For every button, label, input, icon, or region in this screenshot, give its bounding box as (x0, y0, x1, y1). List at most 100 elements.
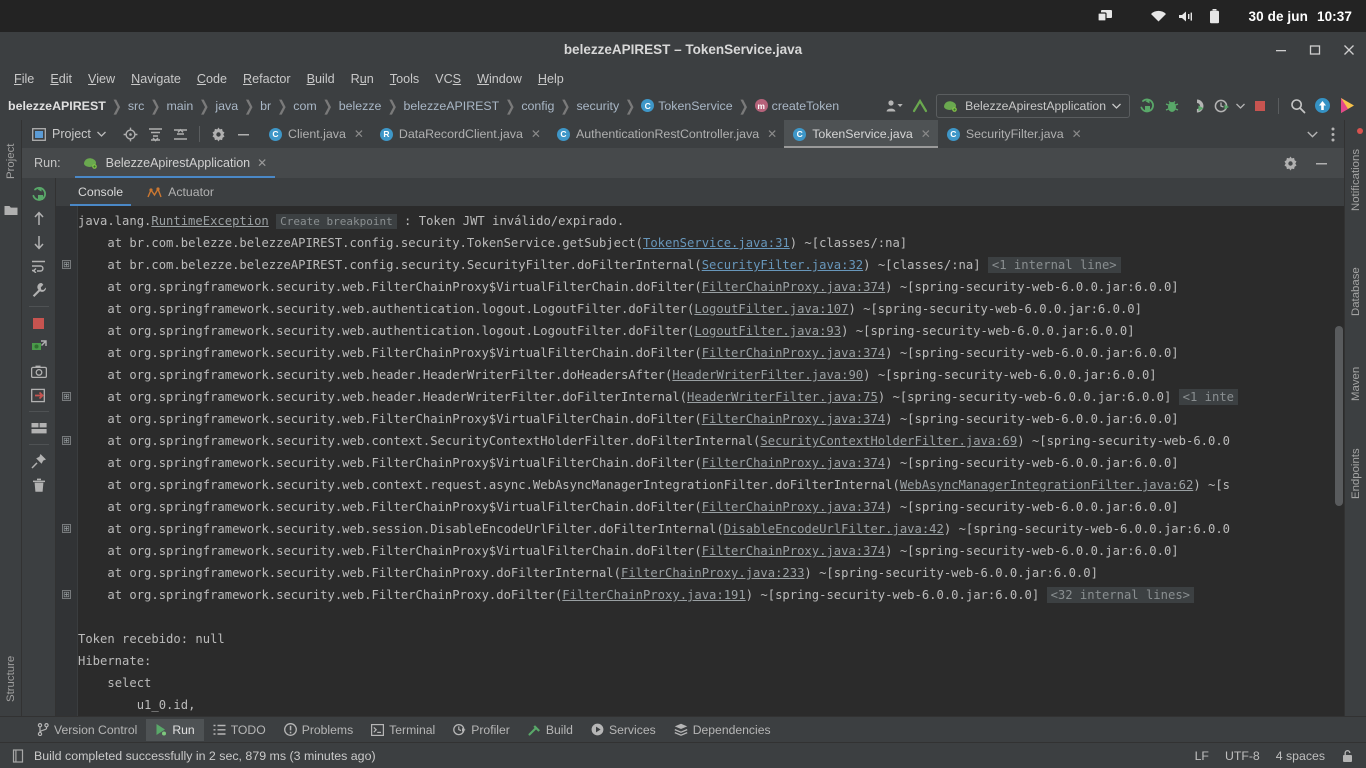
breadcrumb-item-tokenservice[interactable]: C TokenService (641, 99, 733, 113)
fold-expand-icon[interactable]: ⊞ (62, 392, 71, 401)
run-tab-belezze-apirest-application[interactable]: BelezzeApirestApplication ✕ (74, 148, 276, 178)
fold-expand-icon[interactable]: ⊞ (62, 590, 71, 599)
breadcrumb-item-security[interactable]: security (576, 99, 619, 113)
locate-icon[interactable] (118, 121, 143, 147)
fold-expand-icon[interactable]: ⊞ (62, 260, 71, 269)
bottom-tool-dependencies[interactable]: Dependencies (665, 719, 780, 741)
console-tab-console[interactable]: Console (66, 178, 135, 206)
menu-item-build[interactable]: Build (299, 70, 343, 88)
stacktrace-link[interactable]: FilterChainProxy.java:191 (562, 588, 745, 602)
stacktrace-link[interactable]: SecurityContextHolderFilter.java:69 (760, 434, 1017, 448)
settings-icon[interactable] (1278, 150, 1303, 176)
close-icon[interactable]: ✕ (1072, 127, 1082, 141)
sidebar-item-maven[interactable]: Maven (1345, 348, 1366, 420)
bottom-tool-problems[interactable]: Problems (275, 719, 362, 741)
console-output-pane[interactable]: ⊞ ⊞ ⊞ ⊞ ⊞ java.lang.RuntimeException Create … (56, 206, 1344, 726)
breadcrumb-item-src[interactable]: src (128, 99, 145, 113)
fold-expand-icon[interactable]: ⊞ (62, 436, 71, 445)
run-with-coverage-icon[interactable] (1184, 93, 1209, 119)
menu-item-view[interactable]: View (80, 70, 123, 88)
chevron-down-icon[interactable] (1302, 121, 1322, 147)
search-everywhere-icon[interactable] (1285, 93, 1310, 119)
layout-icon[interactable] (24, 416, 54, 440)
updates-arrow-icon[interactable] (907, 93, 932, 119)
wifi-icon[interactable] (1145, 0, 1173, 32)
export-icon[interactable] (24, 383, 54, 407)
fold-expand-icon[interactable]: ⊞ (62, 524, 71, 533)
menu-item-window[interactable]: Window (469, 70, 530, 88)
close-icon[interactable]: ✕ (531, 127, 541, 141)
stacktrace-link[interactable]: LogoutFilter.java:93 (694, 324, 841, 338)
minimize-button[interactable] (1274, 43, 1288, 57)
pin-icon[interactable] (24, 449, 54, 473)
bottom-tool-services[interactable]: Services (582, 719, 665, 741)
line-separator-indicator[interactable]: LF (1195, 749, 1209, 763)
expand-all-icon[interactable] (143, 121, 168, 147)
console-vertical-scrollbar[interactable] (1335, 326, 1343, 506)
breadcrumb-item-belezzeapirest[interactable]: belezzeAPIREST (404, 99, 500, 113)
display-icon[interactable] (1091, 0, 1119, 32)
stacktrace-link[interactable]: SecurityFilter.java:32 (702, 258, 863, 272)
close-icon[interactable]: ✕ (354, 127, 364, 141)
bottom-tool-version-control[interactable]: Version Control (28, 719, 146, 741)
stacktrace-link[interactable]: TokenService.java:31 (643, 236, 790, 250)
stacktrace-link[interactable]: HeaderWriterFilter.java:75 (687, 390, 878, 404)
profiler-dropdown-icon[interactable] (1234, 93, 1247, 119)
menu-item-navigate[interactable]: Navigate (123, 70, 189, 88)
close-icon[interactable]: ✕ (257, 156, 267, 170)
stacktrace-link[interactable]: FilterChainProxy.java:374 (702, 346, 885, 360)
money-flow-icon[interactable] (24, 335, 54, 359)
run-configuration-selector[interactable]: BelezzeApirestApplication (936, 93, 1130, 118)
stacktrace-link[interactable]: LogoutFilter.java:107 (694, 302, 848, 316)
menu-item-code[interactable]: Code (189, 70, 235, 88)
sidebar-item-database[interactable]: Database (1345, 244, 1366, 340)
stacktrace-link[interactable]: FilterChainProxy.java:374 (702, 280, 885, 294)
ide-logo-icon[interactable] (1335, 93, 1360, 119)
folder-icon[interactable] (4, 204, 18, 218)
breadcrumb-item-br[interactable]: br (260, 99, 271, 113)
battery-icon[interactable] (1201, 0, 1229, 32)
update-project-icon[interactable] (1310, 93, 1335, 119)
editor-tab-securityfilter-java[interactable]: C SecurityFilter.java ✕ (938, 120, 1089, 148)
close-button[interactable] (1342, 43, 1356, 57)
stacktrace-link[interactable]: FilterChainProxy.java:374 (702, 412, 885, 426)
breadcrumb-item-java[interactable]: java (215, 99, 238, 113)
read-only-lock-icon[interactable] (1341, 749, 1354, 763)
menu-item-vcs[interactable]: VCS (427, 70, 469, 88)
more-options-icon[interactable] (1324, 121, 1342, 147)
trash-icon[interactable] (24, 473, 54, 497)
profiler-icon[interactable] (1209, 93, 1234, 119)
breadcrumb-item-belezze[interactable]: belezze (339, 99, 382, 113)
stacktrace-link[interactable]: FilterChainProxy.java:374 (702, 544, 885, 558)
bottom-tool-build[interactable]: Build (519, 719, 582, 741)
stacktrace-link[interactable]: FilterChainProxy.java:374 (702, 500, 885, 514)
sidebar-item-notifications[interactable]: Notifications (1345, 124, 1366, 236)
stacktrace-link[interactable]: WebAsyncManagerIntegrationFilter.java:62 (900, 478, 1194, 492)
scroll-up-icon[interactable] (24, 206, 54, 230)
project-chevron-down-icon[interactable] (96, 131, 106, 137)
bottom-tool-profiler[interactable]: Profiler (444, 719, 519, 741)
collapse-all-icon[interactable] (168, 121, 193, 147)
hide-icon[interactable] (231, 121, 256, 147)
stacktrace-link[interactable]: FilterChainProxy.java:233 (621, 566, 804, 580)
hide-icon[interactable] (1309, 150, 1334, 176)
volume-icon[interactable] (1173, 0, 1201, 32)
stacktrace-link[interactable]: FilterChainProxy.java:374 (702, 456, 885, 470)
stop-icon[interactable] (1247, 93, 1272, 119)
breadcrumb-item-config[interactable]: config (521, 99, 554, 113)
editor-tab-client-java[interactable]: C Client.java ✕ (260, 120, 371, 148)
debug-icon[interactable] (1159, 93, 1184, 119)
stacktrace-link[interactable]: DisableEncodeUrlFilter.java:42 (724, 522, 944, 536)
editor-tab-tokenservice-java[interactable]: C TokenService.java ✕ (784, 120, 938, 148)
menu-item-edit[interactable]: Edit (42, 70, 80, 88)
menu-item-refactor[interactable]: Refactor (235, 70, 299, 88)
camera-icon[interactable] (24, 359, 54, 383)
editor-tab-datarecordclient-java[interactable]: R DataRecordClient.java ✕ (371, 120, 548, 148)
close-icon[interactable]: ✕ (767, 127, 777, 141)
menu-item-run[interactable]: Run (343, 70, 382, 88)
sidebar-item-project[interactable]: Project (0, 124, 22, 198)
breadcrumb-item-com[interactable]: com (293, 99, 316, 113)
settings-wrench-icon[interactable] (24, 278, 54, 302)
encoding-indicator[interactable]: UTF-8 (1225, 749, 1260, 763)
breadcrumb-item-createtoken[interactable]: m createToken (754, 99, 839, 113)
